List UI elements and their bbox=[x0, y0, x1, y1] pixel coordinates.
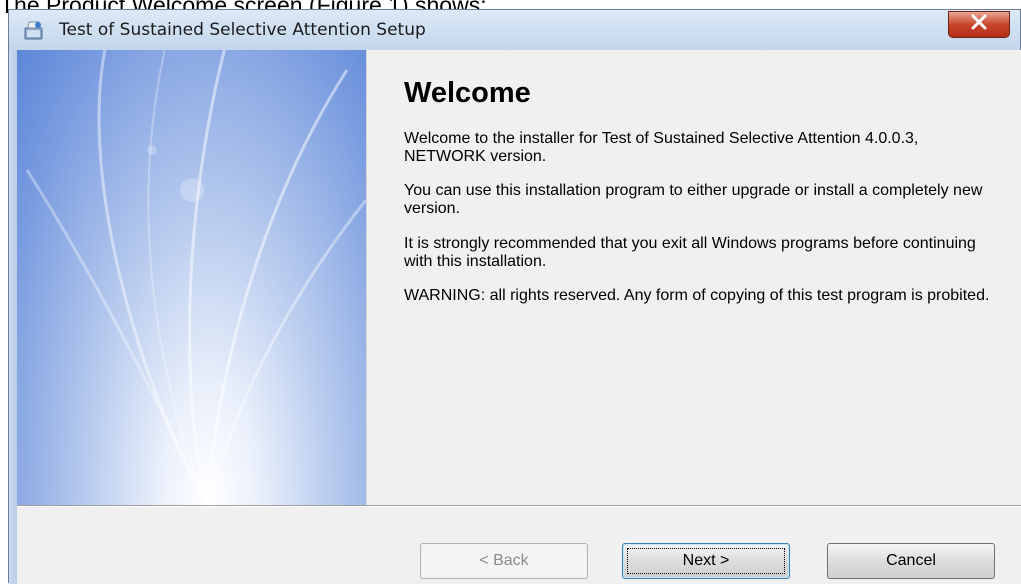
window-title: Test of Sustained Selective Attention Se… bbox=[59, 20, 426, 40]
dialog-body: Welcome Welcome to the installer for Tes… bbox=[17, 50, 1021, 584]
welcome-content: Welcome Welcome to the installer for Tes… bbox=[366, 50, 1021, 505]
setup-installer-icon bbox=[23, 19, 45, 41]
window-frame-edge bbox=[9, 50, 17, 584]
title-bar[interactable]: Test of Sustained Selective Attention Se… bbox=[9, 10, 1020, 50]
setup-dialog: Test of Sustained Selective Attention Se… bbox=[8, 9, 1021, 584]
welcome-banner-image bbox=[17, 50, 366, 505]
next-button[interactable]: Next > bbox=[622, 543, 790, 579]
recommendation-paragraph: It is strongly recommended that you exit… bbox=[404, 235, 976, 270]
back-button-label: < Back bbox=[479, 552, 529, 569]
intro-paragraph: Welcome to the installer for Test of Sus… bbox=[404, 130, 919, 165]
back-button[interactable]: < Back bbox=[420, 543, 588, 579]
focus-rectangle bbox=[627, 548, 785, 574]
close-x-icon bbox=[970, 14, 988, 35]
cancel-button-label: Cancel bbox=[886, 552, 936, 569]
close-button[interactable] bbox=[948, 11, 1010, 38]
cancel-button[interactable]: Cancel bbox=[827, 543, 995, 579]
button-bar: < Back Next > Cancel bbox=[17, 507, 1021, 584]
page-title: Welcome bbox=[404, 77, 531, 109]
upgrade-paragraph: You can use this installation program to… bbox=[404, 182, 983, 217]
warning-paragraph: WARNING: all rights reserved. Any form o… bbox=[404, 287, 990, 304]
